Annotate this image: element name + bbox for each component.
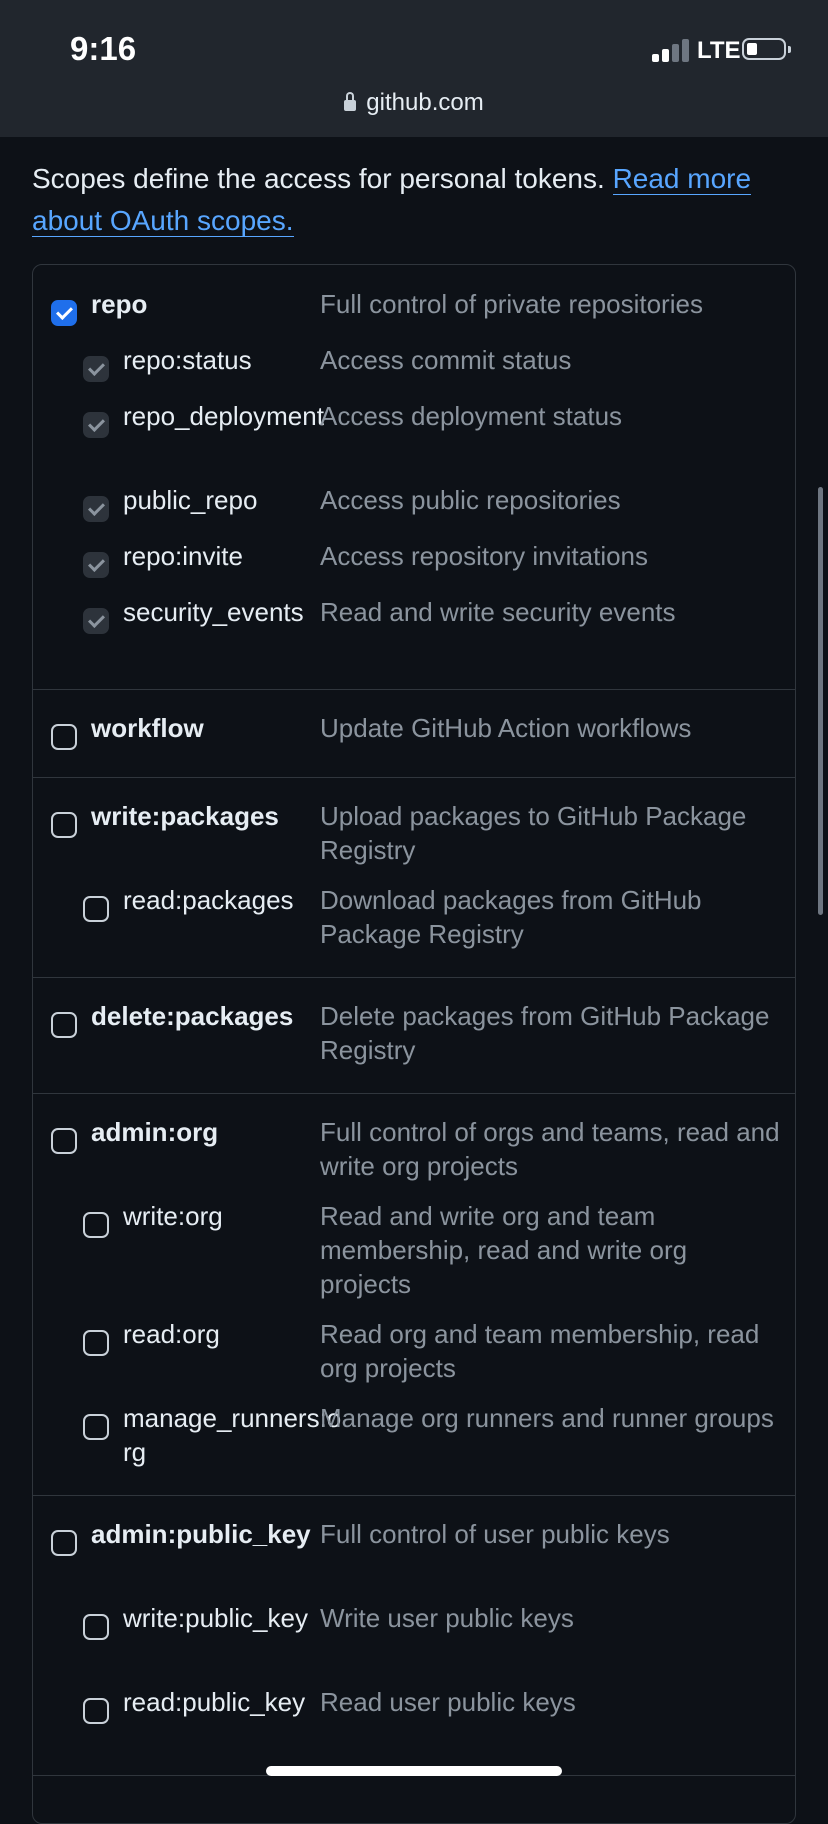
scope-name: write:public_key xyxy=(123,1603,308,1633)
write-org-checkbox[interactable] xyxy=(83,1212,109,1238)
admin-org-checkbox[interactable] xyxy=(51,1128,77,1154)
repo-status-checkbox[interactable] xyxy=(83,356,109,382)
network-type: LTE xyxy=(697,37,741,64)
scope-description: Full control of private repositories xyxy=(320,289,703,319)
scope-description: Access commit status xyxy=(320,345,572,375)
scope-description: Delete packages from GitHub Package Regi… xyxy=(320,1001,770,1065)
scope-description: Access repository invitations xyxy=(320,541,649,571)
scope-name: write:packages xyxy=(91,801,279,831)
public-repo-checkbox[interactable] xyxy=(83,496,109,522)
scope-description: Read user public keys xyxy=(320,1687,576,1717)
scope-description: Download packages from GitHub Package Re… xyxy=(320,885,702,949)
url-text: github.com xyxy=(366,89,484,116)
workflow-checkbox[interactable] xyxy=(51,724,77,750)
scope-description: Write user public keys xyxy=(320,1603,574,1633)
scope-name: repo:status xyxy=(123,345,252,375)
admin-public-key-checkbox[interactable] xyxy=(51,1530,77,1556)
lock-icon xyxy=(344,92,357,111)
security-events-checkbox[interactable] xyxy=(83,608,109,634)
scope-name: read:public_key xyxy=(123,1687,306,1717)
scope-description: Access deployment status xyxy=(320,401,623,431)
scope-name: manage_runners:org xyxy=(123,1403,342,1467)
write-packages-checkbox[interactable] xyxy=(51,812,77,838)
scope-name: read:org xyxy=(123,1319,220,1349)
repo-checkbox[interactable] xyxy=(51,300,77,326)
write-public-key-checkbox[interactable] xyxy=(83,1614,109,1640)
scope-description: Read org and team membership, read org p… xyxy=(320,1319,760,1383)
scope-name: read:packages xyxy=(123,885,294,915)
repo-invite-checkbox[interactable] xyxy=(83,552,109,578)
scope-name: repo xyxy=(91,289,148,319)
group-divider xyxy=(33,1093,795,1094)
scope-description: Upload packages to GitHub Package Regist… xyxy=(320,801,747,865)
scope-description: Access public repositories xyxy=(320,485,621,515)
group-divider xyxy=(33,1495,795,1496)
repo-deployment-checkbox[interactable] xyxy=(83,412,109,438)
status-time: 9:16 xyxy=(70,30,137,67)
scope-name: write:org xyxy=(123,1201,223,1231)
battery-icon xyxy=(742,38,791,60)
scope-name: public_repo xyxy=(123,485,258,515)
delete-packages-checkbox[interactable] xyxy=(51,1012,77,1038)
read-public-key-checkbox[interactable] xyxy=(83,1698,109,1724)
browser-top-bar: 9:16 LTE github.com xyxy=(0,0,828,137)
scope-name: security_events xyxy=(123,597,304,627)
scope-description: Full control of user public keys xyxy=(320,1519,670,1549)
intro-text: Scopes define the access for personal to… xyxy=(32,163,613,194)
scope-name: repo:invite xyxy=(123,541,243,571)
scope-name: admin:org xyxy=(91,1117,219,1147)
group-divider xyxy=(33,977,795,978)
scope-description: Full control of orgs and teams, read and… xyxy=(320,1117,780,1181)
scope-description: Manage org runners and runner groups xyxy=(320,1403,774,1433)
scope-name: delete:packages xyxy=(91,1001,294,1031)
address-bar[interactable]: github.com xyxy=(0,89,828,117)
scope-name: repo_deployment xyxy=(123,401,324,431)
home-indicator[interactable] xyxy=(266,1766,562,1776)
page-scrollbar[interactable] xyxy=(818,487,823,915)
scope-name: admin:public_key xyxy=(91,1519,311,1549)
scope-description: Read and write org and team membership, … xyxy=(320,1201,688,1299)
scope-description: Update GitHub Action workflows xyxy=(320,713,692,743)
scopes-intro: Scopes define the access for personal to… xyxy=(32,158,792,242)
group-divider xyxy=(33,777,795,778)
manage-runners-org-checkbox[interactable] xyxy=(83,1414,109,1440)
cellular-signal-icon xyxy=(652,38,690,62)
group-divider xyxy=(33,689,795,690)
scopes-list: repo Full control of private repositorie… xyxy=(32,264,796,1824)
read-packages-checkbox[interactable] xyxy=(83,896,109,922)
scope-description: Read and write security events xyxy=(320,597,676,627)
scope-name: workflow xyxy=(91,713,204,743)
read-org-checkbox[interactable] xyxy=(83,1330,109,1356)
